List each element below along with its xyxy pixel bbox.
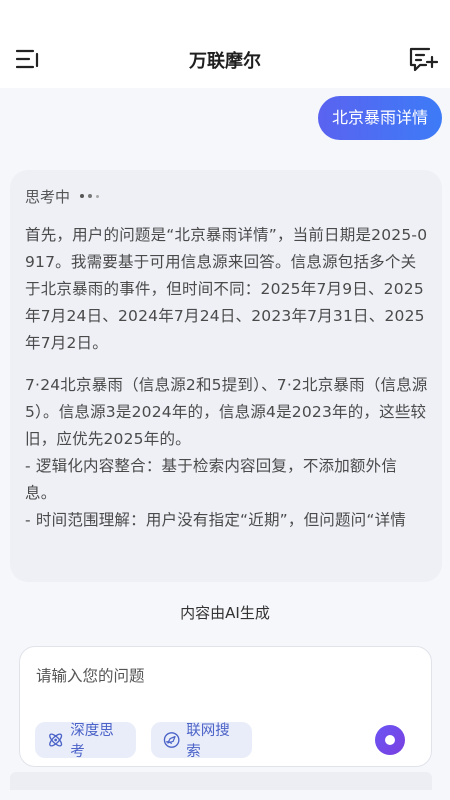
question-input-box[interactable]: 请输入您的问题 深度思考 联网搜索 — [19, 646, 432, 767]
atom-icon — [49, 733, 63, 747]
send-button[interactable] — [375, 725, 405, 755]
thinking-header[interactable]: 思考中 — [25, 184, 428, 208]
ai-disclaimer: 内容由AI生成 — [180, 604, 270, 622]
page-title: 万联摩尔 — [189, 51, 261, 72]
deep-think-button[interactable]: 深度思考 — [35, 722, 136, 760]
thinking-paragraph: 7·24北京暴雨（信息源2和5提到）、7·2北京暴雨（信息源5）。信息源3是20… — [25, 376, 428, 529]
thinking-card: 思考中 首先，用户的问题是“北京暴雨详情”，当前日期是2025-0917。我需要… — [10, 170, 442, 582]
web-search-button[interactable]: 联网搜索 — [151, 722, 252, 760]
compass-icon — [163, 732, 180, 748]
user-message-bubble[interactable]: 北京暴雨详情 — [317, 96, 442, 140]
thinking-paragraph: 首先，用户的问题是“北京暴雨详情”，当前日期是2025-0917。我需要基于可用… — [25, 226, 428, 352]
web-search-label: 联网搜索 — [186, 723, 230, 760]
question-input[interactable]: 请输入您的问题 — [36, 664, 145, 686]
loading-dots-icon — [80, 194, 100, 198]
deep-think-label: 深度思考 — [70, 723, 114, 760]
new-chat-icon[interactable] — [408, 45, 438, 73]
top-bar: 万联摩尔 — [0, 0, 450, 88]
thinking-label: 思考中 — [25, 187, 71, 206]
send-icon — [385, 735, 395, 745]
bottom-strip — [10, 772, 432, 790]
